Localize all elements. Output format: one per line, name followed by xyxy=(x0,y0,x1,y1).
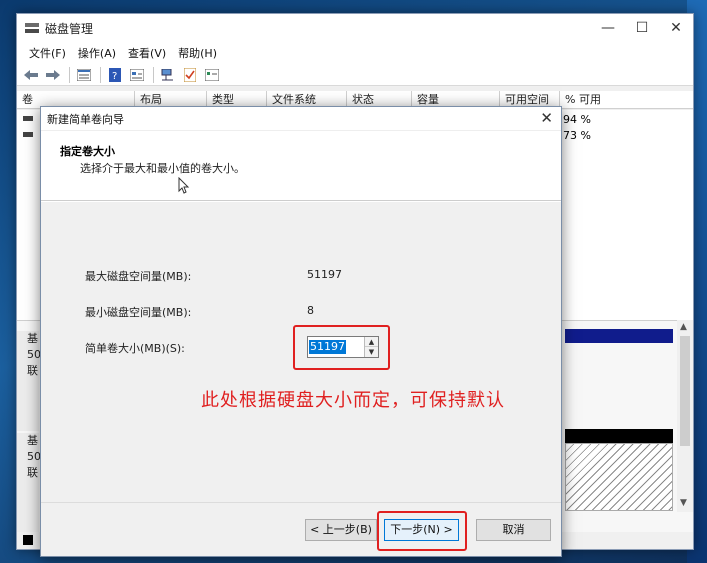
toolbar-separator xyxy=(100,66,101,83)
vertical-scrollbar[interactable]: ▲ ▼ xyxy=(677,320,693,512)
scrollbar-thumb[interactable] xyxy=(680,336,690,446)
menu-view[interactable]: 查看(V) xyxy=(122,45,172,61)
help-icon[interactable]: ? xyxy=(105,66,125,84)
annotation-highlight-next xyxy=(377,511,467,551)
volume-size-label: 简单卷大小(MB)(S): xyxy=(85,342,185,355)
toolbar-separator xyxy=(153,66,154,83)
wizard-header: 指定卷大小 选择介于最大和最小值的卷大小。 xyxy=(41,131,561,201)
back-arrow-icon[interactable] xyxy=(21,66,41,84)
max-space-label: 最大磁盘空间量(MB): xyxy=(85,270,192,283)
disk-1-state: 联 xyxy=(27,466,38,479)
wizard-close-button[interactable]: ✕ xyxy=(540,109,553,127)
menu-file[interactable]: 文件(F) xyxy=(23,45,72,61)
menu-action[interactable]: 操作(A) xyxy=(72,45,122,61)
maximize-button[interactable]: ☐ xyxy=(625,14,659,42)
cancel-button[interactable]: 取消 xyxy=(476,519,551,541)
annotation-highlight-size xyxy=(293,325,390,370)
window-controls: — ☐ ✕ xyxy=(591,14,693,42)
scroll-down-icon[interactable]: ▼ xyxy=(680,498,687,508)
disk-1-size: 50 xyxy=(27,450,41,463)
disk-1-unallocated-region[interactable] xyxy=(565,443,673,511)
percent-free-value: 94 % xyxy=(563,113,591,126)
legend-unallocated-swatch xyxy=(23,535,33,545)
wizard-subheading: 选择介于最大和最小值的卷大小。 xyxy=(80,162,245,175)
disk-1-label[interactable]: 基 50 联 xyxy=(17,433,41,533)
wizard-title: 新建简单卷向导 xyxy=(47,112,124,126)
toolbar: ? xyxy=(17,64,693,86)
window-titlebar: 磁盘管理 — ☐ ✕ xyxy=(17,14,693,42)
disk-0-partition-bar[interactable] xyxy=(565,329,673,343)
wizard-heading: 指定卷大小 xyxy=(60,145,115,158)
minimize-button[interactable]: — xyxy=(591,14,625,42)
disk-0-state: 联 xyxy=(27,364,38,377)
check-icon[interactable] xyxy=(180,66,200,84)
percent-free-value: 73 % xyxy=(563,129,591,142)
back-button[interactable]: < 上一步(B) xyxy=(305,519,377,541)
disk-1-type: 基 xyxy=(27,434,38,447)
column-percent-free[interactable]: % 可用 xyxy=(560,91,693,109)
disk-0-type: 基 xyxy=(27,332,38,345)
disk-0-size: 50 xyxy=(27,348,41,361)
window-title: 磁盘管理 xyxy=(45,21,94,36)
scroll-up-icon[interactable]: ▲ xyxy=(680,322,687,332)
min-space-value: 8 xyxy=(307,304,314,317)
min-space-label: 最小磁盘空间量(MB): xyxy=(85,306,192,319)
forward-arrow-icon[interactable] xyxy=(43,66,63,84)
connect-icon[interactable] xyxy=(158,66,178,84)
properties-icon[interactable] xyxy=(127,66,147,84)
mouse-cursor-icon xyxy=(178,176,190,199)
settings-panel-icon[interactable] xyxy=(202,66,222,84)
toolbar-separator xyxy=(69,66,70,83)
menu-help[interactable]: 帮助(H) xyxy=(172,45,223,61)
new-simple-volume-wizard: 新建简单卷向导 ✕ 指定卷大小 选择介于最大和最小值的卷大小。 最大磁盘空间量(… xyxy=(40,106,562,557)
annotation-note: 此处根据硬盘大小而定，可保持默认 xyxy=(201,390,505,411)
wizard-body: 最大磁盘空间量(MB): 51197 最小磁盘空间量(MB): 8 简单卷大小(… xyxy=(41,202,561,502)
volume-icon xyxy=(23,132,33,137)
svg-text:?: ? xyxy=(112,71,117,82)
list-view-icon[interactable] xyxy=(74,66,94,84)
disk-management-icon xyxy=(25,22,39,34)
disk-0-label[interactable]: 基 50 联 xyxy=(17,331,41,431)
wizard-footer: < 上一步(B) 下一步(N) > 取消 xyxy=(41,502,561,556)
disk-1-unallocated-bar xyxy=(565,429,673,443)
volume-icon xyxy=(23,116,33,121)
wizard-titlebar: 新建简单卷向导 ✕ xyxy=(41,107,561,131)
max-space-value: 51197 xyxy=(307,268,342,281)
close-button[interactable]: ✕ xyxy=(659,14,693,42)
menu-bar: 文件(F) 操作(A) 查看(V) 帮助(H) xyxy=(17,42,693,64)
